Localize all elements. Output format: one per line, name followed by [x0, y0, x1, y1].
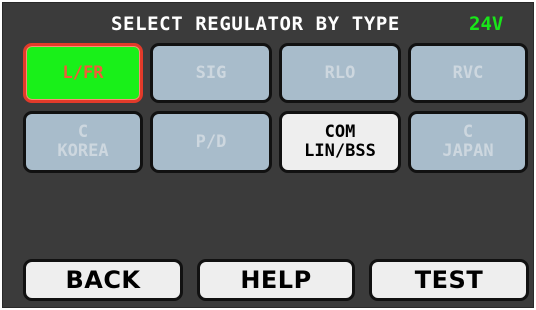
regulator-button-com-lin-bss[interactable]: COM LIN/BSS — [279, 111, 401, 173]
voltage-indicator: 24V — [469, 13, 504, 35]
regulator-button-sig[interactable]: SIG — [150, 43, 272, 103]
regulator-button-c-korea[interactable]: C KOREA — [23, 111, 143, 173]
regulator-button-rvc[interactable]: RVC — [408, 43, 528, 103]
regulator-select-screen: SELECT REGULATOR BY TYPE 24V L/FR SIG RL… — [2, 2, 534, 308]
regulator-button-c-japan[interactable]: C JAPAN — [408, 111, 528, 173]
help-button[interactable]: HELP — [197, 259, 355, 301]
back-button[interactable]: BACK — [23, 259, 183, 301]
header: SELECT REGULATOR BY TYPE 24V — [3, 3, 535, 39]
regulator-button-pd[interactable]: P/D — [150, 111, 272, 173]
regulator-button-lfr[interactable]: L/FR — [23, 43, 143, 103]
page-title: SELECT REGULATOR BY TYPE — [111, 13, 400, 35]
regulator-button-rlo[interactable]: RLO — [279, 43, 401, 103]
test-button[interactable]: TEST — [369, 259, 529, 301]
